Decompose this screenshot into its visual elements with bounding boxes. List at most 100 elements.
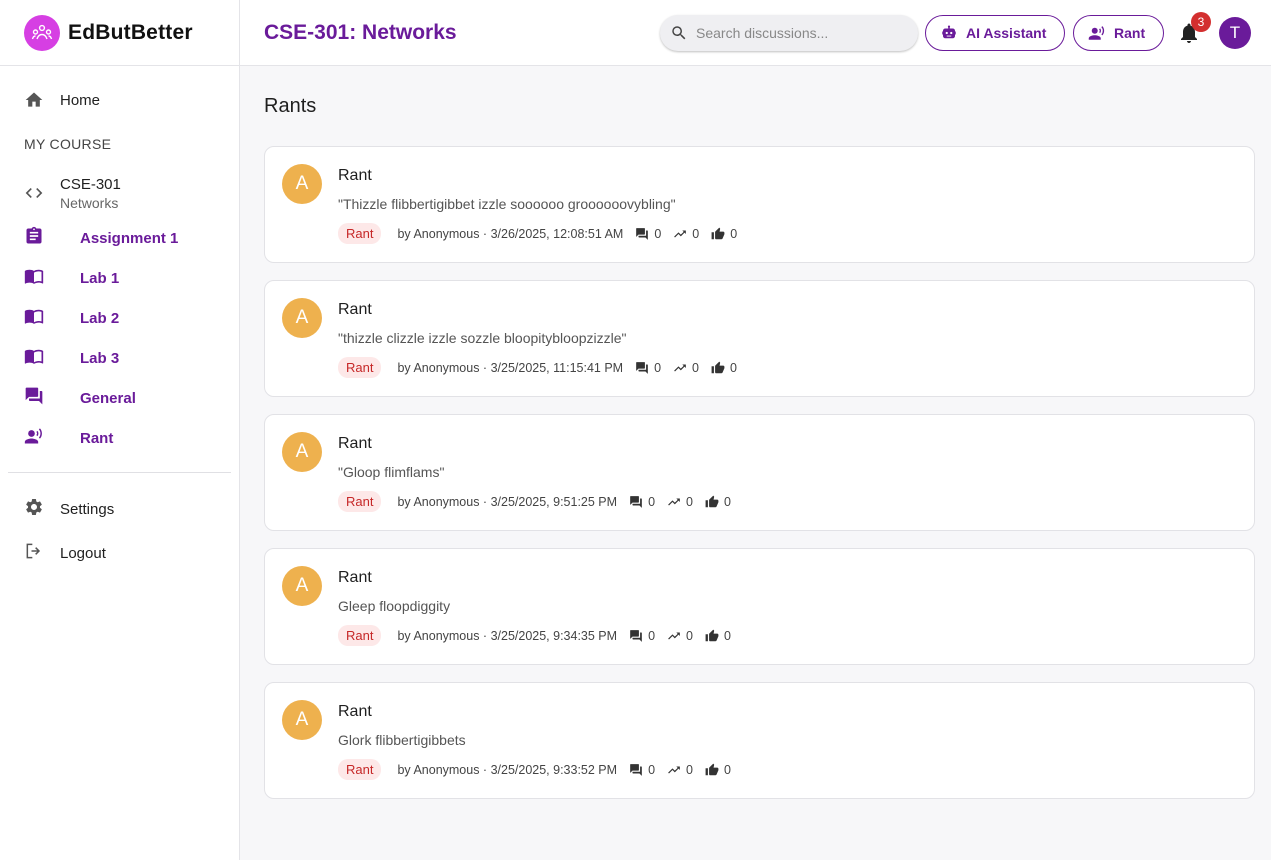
author-avatar: A xyxy=(282,700,322,740)
post-title: Rant xyxy=(338,703,372,720)
sidebar-item-lab-3[interactable]: Lab 3 xyxy=(0,338,239,378)
category-chip[interactable]: Rant xyxy=(338,625,382,646)
trend-stat: 0 xyxy=(673,227,699,241)
trending-up-icon xyxy=(668,498,680,505)
like-count: 0 xyxy=(723,762,731,777)
category-chip[interactable]: Rant xyxy=(338,357,382,378)
sidebar-item-label: Logout xyxy=(60,544,106,562)
sidebar-item-course[interactable]: CSE-301 Networks xyxy=(0,168,239,218)
thumb-up-icon xyxy=(711,227,725,239)
like-stat[interactable]: 0 xyxy=(705,495,731,509)
sidebar: EdButBetter Home MY COURSE CSE-301 Netwo… xyxy=(0,0,240,860)
post-meta: Rant by Anonymous · 3/25/2025, 9:33:52 P… xyxy=(338,759,731,780)
comment-icon xyxy=(630,495,642,508)
like-stat[interactable]: 0 xyxy=(711,227,737,241)
like-stat[interactable]: 0 xyxy=(705,763,731,777)
sidebar-item-logout[interactable]: Logout xyxy=(0,531,239,575)
forum-icon xyxy=(24,386,44,411)
trend-stat: 0 xyxy=(667,763,693,777)
sidebar-item-label: Settings xyxy=(60,500,115,518)
category-chip[interactable]: Rant xyxy=(338,759,382,780)
assignment-icon xyxy=(24,226,44,251)
sidebar-item-label: General xyxy=(80,389,136,407)
section-title: Rants xyxy=(264,95,317,117)
sidebar-item-label: Home xyxy=(60,91,101,109)
search-icon xyxy=(670,24,688,42)
sidebar-item-assignment-1[interactable]: Assignment 1 xyxy=(0,218,239,258)
post-body: Glork flibbertigibbets xyxy=(338,732,466,748)
comment-count: 0 xyxy=(654,360,662,375)
trending-up-icon xyxy=(668,632,680,639)
view-count: 0 xyxy=(686,494,693,509)
post-card[interactable]: A Rant "Gloop flimflams" Rant by Anonymo… xyxy=(264,414,1255,531)
post-body: "Thizzle flibbertigibbet izzle soooooo g… xyxy=(338,196,676,212)
like-count: 0 xyxy=(723,628,731,643)
sidebar-item-lab-2[interactable]: Lab 2 xyxy=(0,298,239,338)
post-card[interactable]: A Rant Glork flibbertigibbets Rant by An… xyxy=(264,682,1255,799)
like-stat[interactable]: 0 xyxy=(705,629,731,643)
brand[interactable]: EdButBetter xyxy=(0,0,239,66)
comment-count: 0 xyxy=(648,762,656,777)
comment-count: 0 xyxy=(648,494,656,509)
post-title: Rant xyxy=(338,435,372,452)
comment-stat: 0 xyxy=(635,227,661,241)
category-chip[interactable]: Rant xyxy=(338,223,382,244)
brand-name: EdButBetter xyxy=(68,20,193,44)
sidebar-item-label: Lab 3 xyxy=(80,349,120,367)
logout-icon xyxy=(24,541,44,566)
search-box[interactable] xyxy=(660,15,918,51)
post-title: Rant xyxy=(338,167,372,184)
home-icon xyxy=(24,90,44,110)
course-name: Networks xyxy=(60,194,119,211)
post-card[interactable]: A Rant "Thizzle flibbertigibbet izzle so… xyxy=(264,146,1255,263)
book-icon xyxy=(24,306,44,331)
comment-icon xyxy=(630,763,642,776)
book-icon xyxy=(24,266,44,291)
rant-button[interactable]: Rant xyxy=(1073,15,1164,51)
sidebar-item-lab-1[interactable]: Lab 1 xyxy=(0,258,239,298)
post-card[interactable]: A Rant "thizzle clizzle izzle sozzle blo… xyxy=(264,280,1255,397)
sidebar-item-home[interactable]: Home xyxy=(0,80,239,120)
gear-icon xyxy=(24,497,44,522)
category-chip[interactable]: Rant xyxy=(338,491,382,512)
brand-logo-icon xyxy=(24,14,60,51)
post-author-time: by Anonymous · 3/25/2025, 9:34:35 PM xyxy=(397,628,618,643)
sidebar-item-label: Lab 2 xyxy=(80,309,120,327)
post-meta: Rant by Anonymous · 3/25/2025, 9:51:25 P… xyxy=(338,491,731,512)
sidebar-item-rant[interactable]: Rant xyxy=(0,418,239,458)
author-avatar: A xyxy=(282,432,322,472)
user-avatar[interactable]: T xyxy=(1219,17,1251,49)
trend-stat: 0 xyxy=(667,495,693,509)
post-card[interactable]: A Rant Gleep floopdiggity Rant by Anonym… xyxy=(264,548,1255,665)
comment-stat: 0 xyxy=(629,629,655,643)
search-input[interactable] xyxy=(696,25,896,41)
ai-assistant-label: AI Assistant xyxy=(966,25,1047,41)
comment-stat: 0 xyxy=(635,361,661,375)
author-avatar: A xyxy=(282,298,322,338)
post-author-time: by Anonymous · 3/25/2025, 9:33:52 PM xyxy=(397,762,618,777)
sidebar-divider xyxy=(8,472,231,473)
post-body: "thizzle clizzle izzle sozzle bloopitybl… xyxy=(338,330,627,346)
post-list: A Rant "Thizzle flibbertigibbet izzle so… xyxy=(264,146,1255,799)
speaker-person-icon xyxy=(1088,24,1106,42)
section-label: MY COURSE xyxy=(24,136,112,152)
comment-icon xyxy=(630,629,642,642)
like-stat[interactable]: 0 xyxy=(711,361,737,375)
ai-assistant-button[interactable]: AI Assistant xyxy=(925,15,1065,51)
thumb-up-icon xyxy=(705,763,719,775)
post-author-time: by Anonymous · 3/25/2025, 11:15:41 PM xyxy=(397,360,624,375)
post-author-time: by Anonymous · 3/25/2025, 9:51:25 PM xyxy=(397,494,618,509)
post-title: Rant xyxy=(338,569,372,586)
sidebar-item-settings[interactable]: Settings xyxy=(0,487,239,531)
course-code: CSE-301 xyxy=(60,175,121,193)
trending-up-icon xyxy=(668,766,680,773)
comment-icon xyxy=(636,227,649,240)
post-author-time: by Anonymous · 3/26/2025, 12:08:51 AM xyxy=(397,226,624,241)
trend-stat: 0 xyxy=(673,361,699,375)
robot-icon xyxy=(940,24,958,42)
topbar: CSE-301: Networks AI Assistant Rant 3 T xyxy=(240,0,1271,66)
view-count: 0 xyxy=(686,762,693,777)
sidebar-item-general[interactable]: General xyxy=(0,378,239,418)
like-count: 0 xyxy=(730,226,738,241)
main-content: Rants A Rant "Thizzle flibbertigibbet iz… xyxy=(240,66,1271,860)
